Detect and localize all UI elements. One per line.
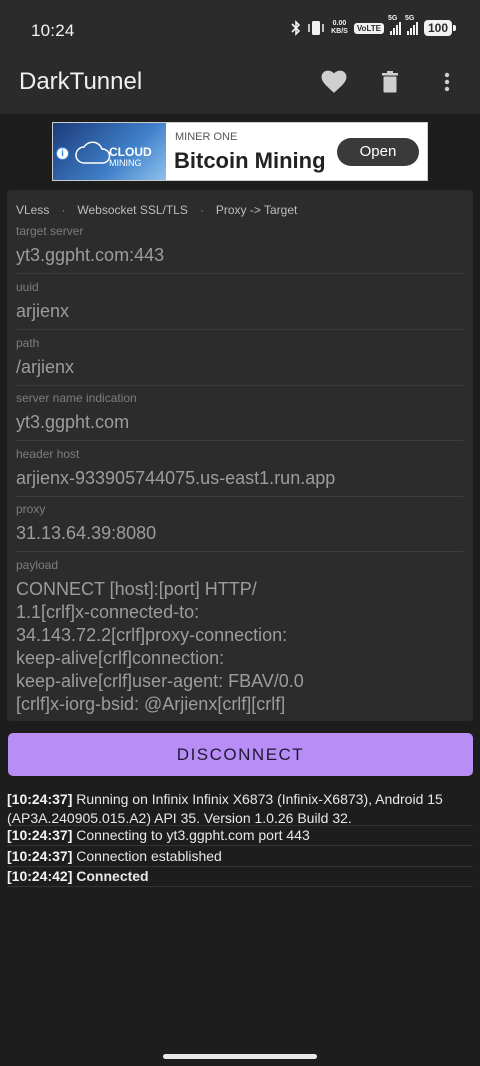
ad-banner[interactable]: CLOUD MINING i MINER ONE Bitcoin Mining … [52, 122, 428, 181]
proxy-field[interactable]: proxy 31.13.64.39:8080 [16, 502, 463, 552]
field-label: header host [16, 447, 80, 461]
payload-line: keep-alive[crlf]connection: [16, 648, 225, 668]
field-value[interactable]: arjienx [16, 300, 463, 323]
mode-label: Proxy -> Target [215, 203, 298, 217]
ad-open-button[interactable]: Open [337, 138, 419, 166]
log-message: Connecting to yt3.ggpht.com port 443 [76, 827, 310, 843]
field-value[interactable]: /arjienx [16, 356, 463, 379]
path-field[interactable]: path /arjienx [16, 336, 463, 386]
ad-sponsor: MINER ONE [175, 131, 238, 143]
field-label: path [16, 336, 40, 350]
more-options-button[interactable] [431, 66, 463, 98]
log-entry: [10:24:37] Connection established [7, 847, 473, 867]
cloud-icon [75, 141, 111, 164]
log-entry: [10:24:37] Connecting to yt3.ggpht.com p… [7, 826, 473, 846]
protocol-summary: VLess · Websocket SSL/TLS · Proxy -> Tar… [16, 203, 298, 217]
field-value[interactable]: yt3.ggpht.com:443 [16, 244, 463, 267]
ad-image-title: CLOUD [109, 145, 152, 159]
ad-image-subtitle: MINING [109, 158, 142, 168]
transport-label: Websocket SSL/TLS [77, 203, 188, 217]
log-entry: [10:24:42] Connected [7, 867, 473, 887]
payload-value[interactable]: CONNECT [host]:[port] HTTP/ 1.1[crlf]x-c… [16, 578, 463, 716]
status-time: 10:24 [31, 21, 75, 40]
vibrate-icon [308, 21, 324, 35]
status-icons: 0.00 KB/S VoLTE 5G 5G 100 [291, 15, 457, 36]
field-value[interactable]: 31.13.64.39:8080 [16, 522, 463, 545]
field-label: payload [16, 558, 59, 572]
log-timestamp: [10:24:42] [7, 868, 73, 884]
target-server-field[interactable]: target server yt3.ggpht.com:443 [16, 224, 463, 274]
bluetooth-icon [291, 20, 301, 36]
trash-icon [382, 71, 398, 93]
log-entry: [10:24:37] Running on Infinix Infinix X6… [7, 790, 473, 826]
field-label: uuid [16, 280, 39, 294]
payload-line: 1.1[crlf]x-connected-to: [16, 602, 200, 622]
sim2-signal-icon: 5G [405, 15, 418, 35]
delete-button[interactable] [374, 66, 406, 98]
home-indicator[interactable] [163, 1054, 317, 1059]
field-value[interactable]: arjienx-933905744075.us-east1.run.app [16, 467, 463, 490]
config-card: VLess · Websocket SSL/TLS · Proxy -> Tar… [7, 190, 473, 721]
payload-field[interactable]: payload CONNECT [host]:[port] HTTP/ 1.1[… [16, 558, 463, 718]
ad-headline: Bitcoin Mining [174, 148, 326, 173]
log-message: Connection established [76, 848, 222, 864]
payload-line: CONNECT [host]:[port] HTTP/ [16, 579, 257, 599]
field-label: server name indication [16, 391, 137, 405]
field-value[interactable]: yt3.ggpht.com [16, 411, 463, 434]
volte-badge: VoLTE [353, 22, 384, 34]
log-message: Connected [76, 868, 149, 884]
payload-line: keep-alive[crlf]user-agent: FBAV/0.0 [16, 671, 304, 691]
ad-image: CLOUD MINING [53, 123, 166, 180]
app-title: DarkTunnel [19, 68, 143, 95]
ad-info-icon[interactable]: i [56, 147, 69, 160]
header-host-field[interactable]: header host arjienx-933905744075.us-east… [16, 447, 463, 497]
protocol-label: VLess [16, 203, 50, 217]
log-message: Running on Infinix Infinix X6873 (Infini… [76, 791, 443, 807]
field-label: proxy [16, 502, 46, 516]
heart-icon [321, 70, 347, 93]
more-vert-icon [444, 72, 450, 92]
log-timestamp: [10:24:37] [7, 848, 73, 864]
net-speed: 0.00 KB/S [331, 20, 348, 35]
disconnect-button[interactable]: DISCONNECT [8, 733, 473, 776]
status-bar: 10:24 0.00 KB/S VoLTE 5G 5G 100 [0, 0, 480, 52]
payload-line: 34.143.72.2[crlf]proxy-connection: [16, 625, 288, 645]
payload-line: [crlf]x-iorg-bsid: @Arjienx[crlf][crlf] [16, 694, 286, 714]
uuid-field[interactable]: uuid arjienx [16, 280, 463, 330]
app-bar: DarkTunnel [0, 52, 480, 114]
field-label: target server [16, 224, 84, 238]
log-timestamp: [10:24:37] [7, 791, 73, 807]
sim1-signal-icon: 5G [388, 15, 401, 35]
battery-icon: 100 [423, 20, 457, 36]
log-timestamp: [10:24:37] [7, 827, 73, 843]
sni-field[interactable]: server name indication yt3.ggpht.com [16, 391, 463, 441]
favorite-button[interactable] [318, 66, 350, 98]
